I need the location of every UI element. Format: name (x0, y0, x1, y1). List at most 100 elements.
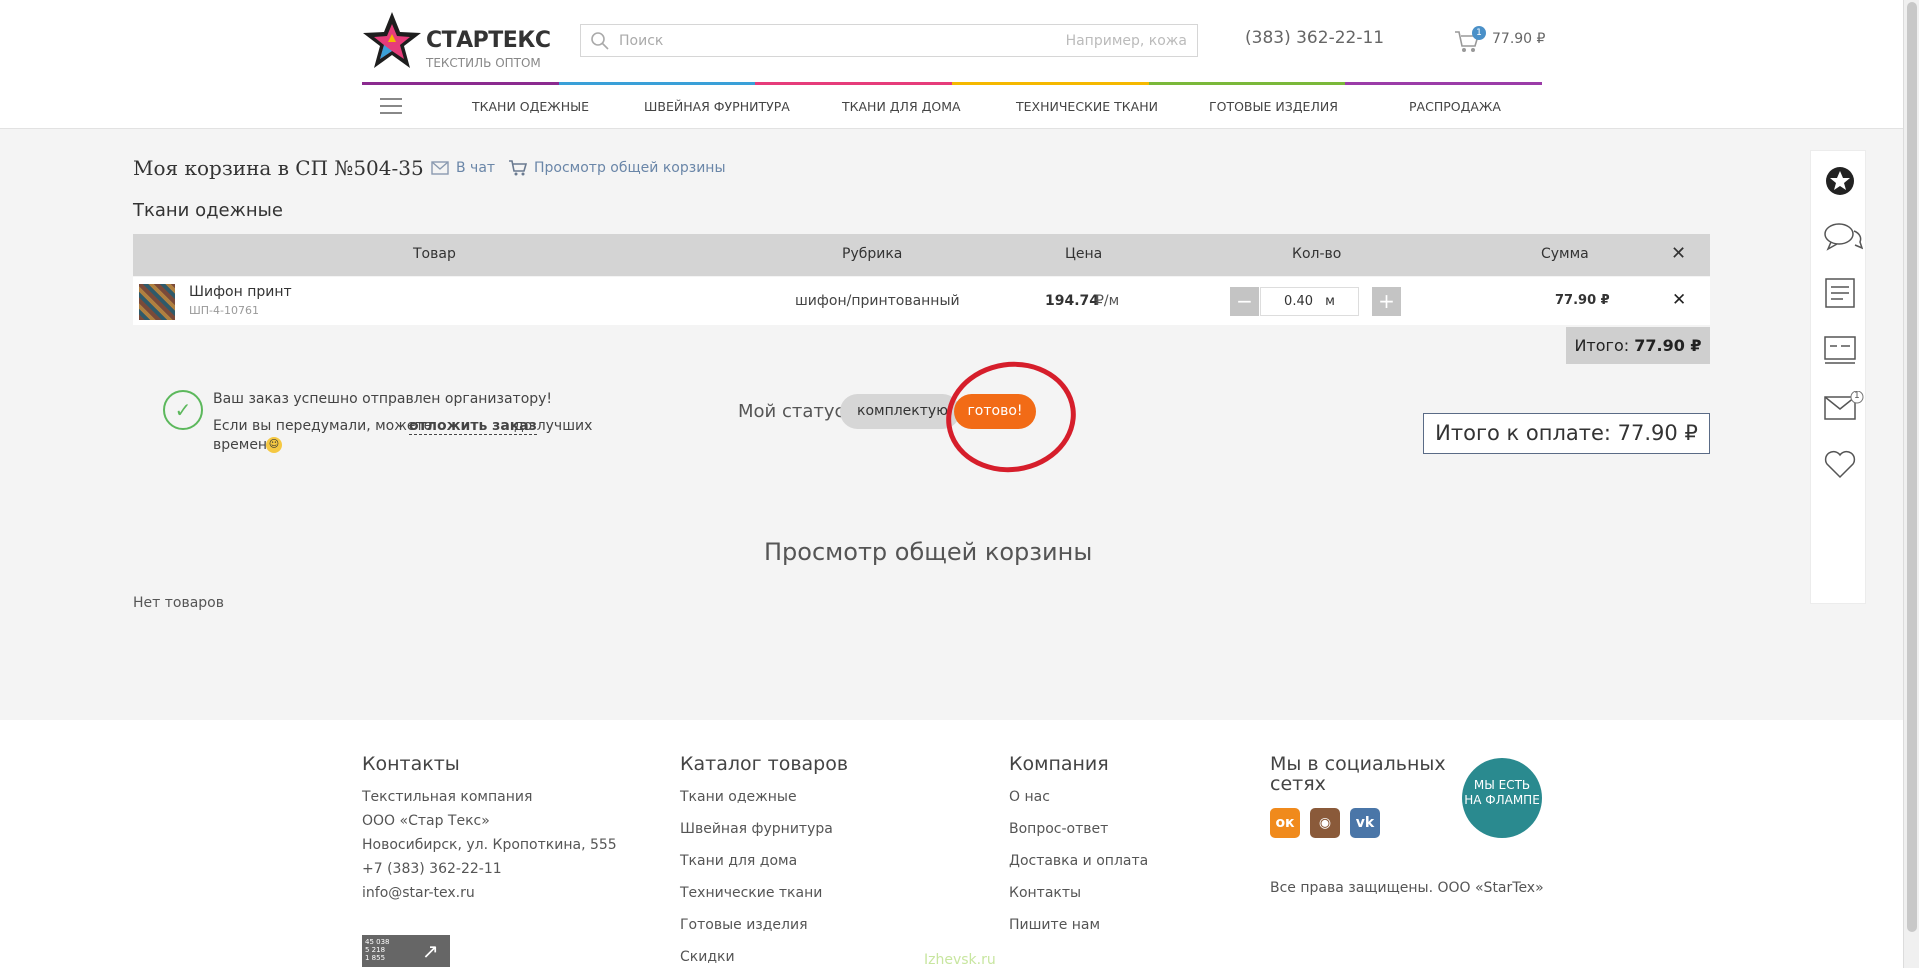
success-hint-pre: Если вы передумали, можете (213, 418, 433, 434)
product-thumbnail[interactable] (139, 284, 175, 320)
star-logo-icon (363, 12, 421, 68)
visitor-counter[interactable]: 45 038 5 218 1 855 ↗ (362, 935, 450, 967)
product-category: шифон/принтованный (795, 293, 960, 309)
site-logo[interactable]: СТАРТЕКС ТЕКСТИЛЬ ОПТОМ (362, 10, 551, 74)
hamburger-menu-icon[interactable] (380, 98, 402, 116)
heart-icon[interactable] (1823, 449, 1857, 481)
flamp-badge[interactable]: МЫ ЕСТЬ НА ФЛАМПЕ (1462, 758, 1542, 838)
status-label: Мой статус: (738, 401, 851, 422)
success-message: Ваш заказ успешно отправлен организатору… (213, 391, 553, 407)
total-value: 77.90 ₽ (1634, 336, 1702, 355)
odnoklassniki-icon[interactable]: ок (1270, 808, 1300, 838)
smile-emoji-icon: ☺ (266, 437, 282, 453)
scrollbar[interactable] (1903, 0, 1919, 968)
footer-company-link[interactable]: Пишите нам (1009, 917, 1100, 933)
arrow-icon: ↗ (422, 939, 439, 963)
section-title: Ткани одежные (133, 200, 283, 221)
mail-icon[interactable]: 1 (1823, 390, 1864, 423)
status-collecting-button[interactable]: комплектую (840, 394, 960, 429)
footer-catalog-link[interactable]: Готовые изделия (680, 917, 808, 933)
view-overall-cart-link[interactable]: Просмотр общей корзины (534, 160, 726, 176)
page-title: Моя корзина в СП №504-35 (133, 156, 424, 180)
product-price: 194.74 (1045, 293, 1100, 309)
brand-tagline: ТЕКСТИЛЬ ОПТОМ (426, 56, 541, 70)
quantity-unit: м (1325, 294, 1335, 309)
cart-view-icon (509, 160, 528, 176)
stripe-segment (558, 82, 756, 85)
product-name[interactable]: Шифон принт (189, 284, 292, 300)
search-hint: Например, кожа (1065, 33, 1187, 49)
footer-catalog-link[interactable]: Технические ткани (680, 885, 822, 901)
flamp-text: МЫ ЕСТЬ (1473, 778, 1531, 792)
nav-item-finished-goods[interactable]: ГОТОВЫЕ ИЗДЕЛИЯ (1209, 99, 1338, 114)
cart-badge: 1 (1472, 26, 1486, 40)
footer-contact-line: Текстильная компания (362, 789, 533, 805)
document-icon[interactable] (1823, 277, 1857, 309)
remove-item-icon[interactable]: ✕ (1672, 290, 1686, 310)
card-icon[interactable] (1823, 333, 1857, 365)
stripe-segment (952, 82, 1149, 85)
instagram-icon[interactable]: ◉ (1310, 808, 1340, 838)
watermark: Izhevsk.ru (924, 952, 996, 968)
footer-company-title: Компания (1009, 753, 1109, 775)
footer-contact-email[interactable]: info@star-tex.ru (362, 885, 475, 901)
quantity-increase-button[interactable]: + (1372, 287, 1401, 316)
logo-icon[interactable] (1823, 165, 1857, 197)
footer-company-link[interactable]: О нас (1009, 789, 1050, 805)
success-hint-times: времен (213, 437, 268, 453)
quantity-input[interactable]: 0.40 м (1260, 287, 1359, 316)
column-header-category: Рубрика (842, 246, 903, 262)
column-header-quantity: Кол-во (1292, 246, 1342, 262)
footer-catalog-title: Каталог товаров (680, 753, 849, 775)
header-phone[interactable]: (383) 362-22-11 (1245, 28, 1384, 48)
table-total: Итого: 77.90 ₽ (1566, 327, 1710, 364)
column-header-price: Цена (1065, 246, 1103, 262)
vk-icon[interactable]: vk (1350, 808, 1380, 838)
product-sku: ШП-4-10761 (189, 304, 259, 317)
footer-social-title-2: сетях (1270, 773, 1326, 795)
cart-total: 77.90 ₽ (1492, 31, 1546, 47)
stripe-segment (1148, 82, 1346, 85)
overall-cart-title: Просмотр общей корзины (764, 538, 1093, 566)
column-header-sum: Сумма (1541, 246, 1589, 262)
footer-company-link[interactable]: Контакты (1009, 885, 1081, 901)
color-stripe (362, 82, 1543, 85)
quantity-decrease-button[interactable]: − (1230, 287, 1259, 316)
footer-contact-line: ООО «Стар Текс» (362, 813, 490, 829)
clear-all-icon[interactable]: ✕ (1671, 243, 1686, 264)
nav-item-home-fabrics[interactable]: ТКАНИ ДЛЯ ДОМА (842, 99, 961, 114)
footer-catalog-link[interactable]: Скидки (680, 949, 735, 965)
header-cart[interactable]: 1 77.90 ₽ (1454, 26, 1554, 54)
table-header: Товар Рубрика Цена Кол-во Сумма ✕ (133, 234, 1710, 276)
stripe-segment (362, 82, 559, 85)
nav-item-technical-fabrics[interactable]: ТЕХНИЧЕСКИЕ ТКАНИ (1016, 99, 1158, 114)
chat-icon[interactable] (1823, 221, 1864, 253)
search-icon (591, 32, 609, 50)
stripe-segment (755, 82, 953, 85)
footer-catalog-link[interactable]: Ткани одежные (680, 789, 797, 805)
highlight-circle-annotation (938, 353, 1084, 481)
success-check-icon: ✓ (163, 390, 203, 430)
mail-badge: 1 (1854, 391, 1860, 401)
footer-company-link[interactable]: Доставка и оплата (1009, 853, 1148, 869)
footer-contact-phone[interactable]: +7 (383) 362-22-11 (362, 861, 502, 877)
table-row: Шифон принт ШП-4-10761 шифон/принтованны… (133, 277, 1710, 325)
search-placeholder: Поиск (619, 33, 664, 49)
footer-catalog-link[interactable]: Ткани для дома (680, 853, 797, 869)
footer-contacts-title: Контакты (362, 753, 460, 775)
footer-catalog-link[interactable]: Швейная фурнитура (680, 821, 833, 837)
success-hint-post: до лучших (514, 418, 593, 434)
nav-item-sewing-accessories[interactable]: ШВЕЙНАЯ ФУРНИТУРА (644, 99, 790, 114)
stripe-segment (1345, 82, 1543, 85)
search-input[interactable]: Поиск Например, кожа (580, 24, 1198, 57)
footer-rights: Все права защищены. ООО «StarTex» (1270, 880, 1544, 896)
footer-company-link[interactable]: Вопрос-ответ (1009, 821, 1108, 837)
scrollbar-thumb[interactable] (1907, 2, 1917, 932)
overall-cart-empty: Нет товаров (133, 595, 224, 611)
nav-item-sale[interactable]: РАСПРОДАЖА (1409, 99, 1501, 114)
nav-item-clothing-fabrics[interactable]: ТКАНИ ОДЕЖНЫЕ (472, 99, 589, 114)
side-panel: 1 (1810, 150, 1866, 604)
chat-link[interactable]: В чат (456, 160, 495, 176)
footer-social-title: Мы в социальных (1270, 753, 1446, 775)
footer-contact-line: Новосибирск, ул. Кропоткина, 555 (362, 837, 617, 853)
